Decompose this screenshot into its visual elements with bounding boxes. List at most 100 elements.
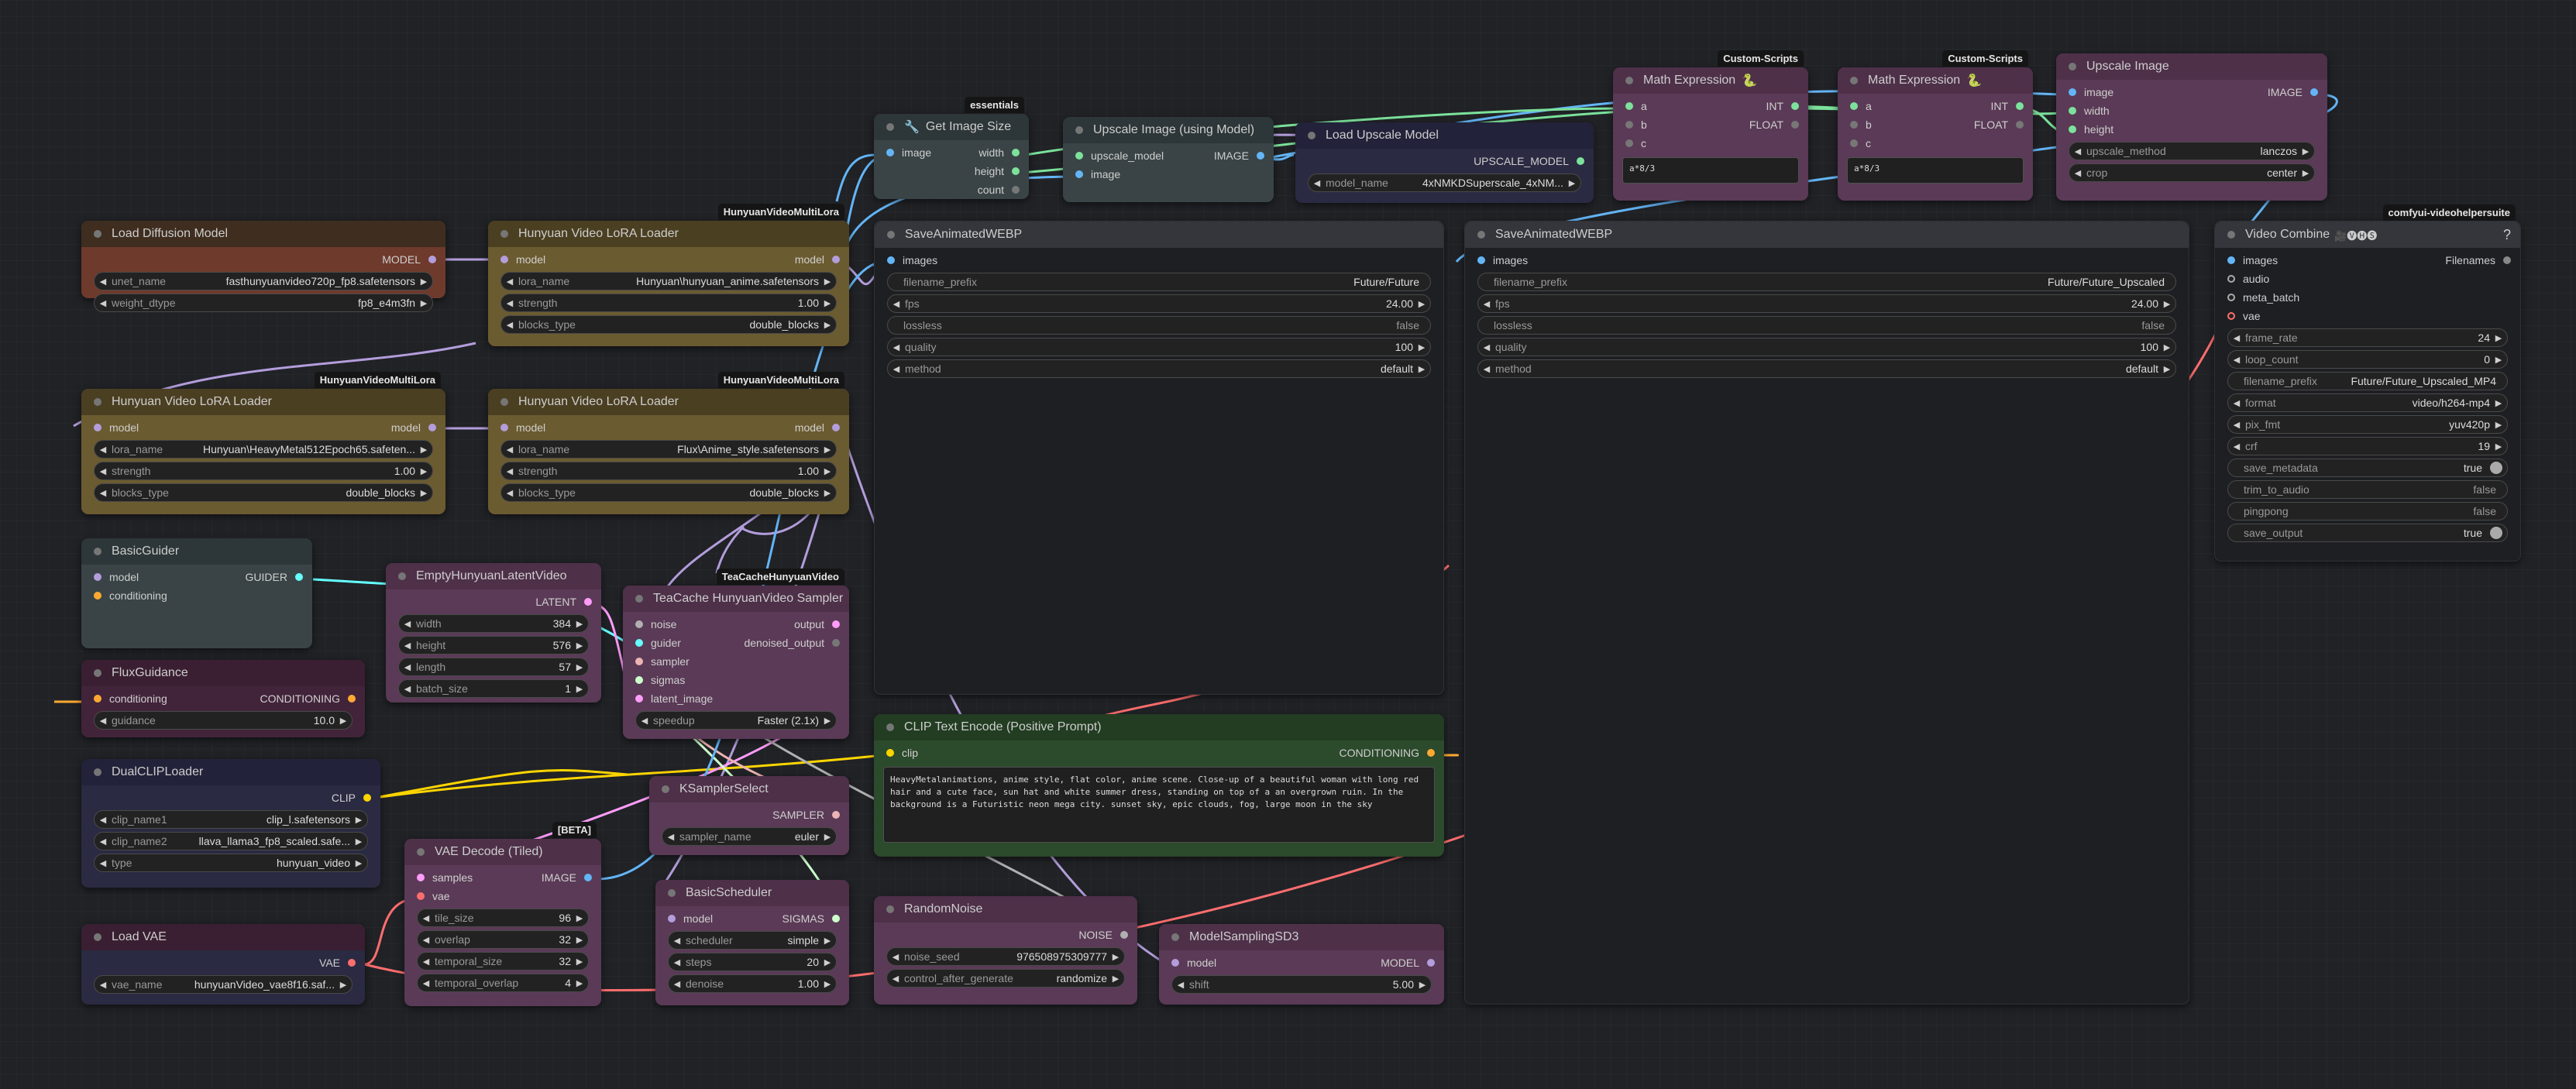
sampler-input-socket[interactable] [635, 658, 643, 665]
node-save-animated-webp[interactable]: SaveAnimatedWEBP images filename_prefix F… [1464, 221, 2189, 1005]
int-output-socket[interactable] [1012, 167, 1020, 175]
arrow-left-icon[interactable]: ◀ [888, 364, 905, 374]
arrow-right-icon[interactable]: ▶ [1413, 364, 1430, 374]
int-output-socket[interactable] [2016, 102, 2024, 110]
arrow-right-icon[interactable]: ▶ [571, 619, 588, 629]
arrow-right-icon[interactable]: ▶ [350, 815, 367, 825]
collapse-dot[interactable] [635, 595, 643, 603]
node-header[interactable]: Math Expression 🐍 [1613, 67, 1808, 94]
scheduler-combo[interactable]: ◀ scheduler simple ▶ [668, 931, 837, 950]
node-header[interactable]: Video Combine 🎥🅥🅗🅢? [2215, 222, 2520, 248]
node-header[interactable]: Upscale Image [2056, 53, 2327, 80]
guider-output-socket[interactable] [295, 573, 303, 581]
collapse-dot[interactable] [417, 848, 425, 856]
arrow-right-icon[interactable]: ▶ [819, 277, 836, 287]
quality-number[interactable]: ◀ quality 100 ▶ [887, 338, 1431, 356]
arrow-right-icon[interactable]: ▶ [819, 957, 836, 967]
node-math-expression[interactable]: Custom-Scripts Math Expression 🐍 a INT b FL… [1613, 50, 1808, 201]
lora-name-combo[interactable]: ◀ lora_name Flux\Anime_style.safetensors ▶ [500, 440, 837, 459]
speedup-combo[interactable]: ◀ speedup Faster (2.1x) ▶ [635, 711, 837, 730]
arrow-left-icon[interactable]: ◀ [501, 445, 518, 455]
image-input-socket[interactable] [886, 149, 894, 156]
arrow-right-icon[interactable]: ▶ [415, 445, 432, 455]
node-ksampler-select[interactable]: KSamplerSelect SAMPLER ◀ sampler_name eule… [649, 776, 849, 855]
arrow-left-icon[interactable]: ◀ [2228, 333, 2245, 343]
arrow-left-icon[interactable]: ◀ [2228, 355, 2245, 365]
format-combo[interactable]: ◀ format video/h264-mp4 ▶ [2227, 393, 2508, 412]
collapse-dot[interactable] [94, 933, 101, 941]
arrow-left-icon[interactable]: ◀ [887, 974, 904, 984]
images-input-socket[interactable] [1477, 256, 1485, 264]
quality-number[interactable]: ◀ quality 100 ▶ [1477, 338, 2176, 356]
arrow-left-icon[interactable]: ◀ [669, 957, 686, 967]
arrow-right-icon[interactable]: ▶ [819, 445, 836, 455]
conditioning-input-socket[interactable] [94, 695, 101, 703]
arrow-right-icon[interactable]: ▶ [350, 858, 367, 868]
audio-input-socket[interactable] [2227, 275, 2235, 283]
method-combo[interactable]: ◀ method default ▶ [1477, 359, 2176, 378]
save-output-toggle[interactable]: save_output true [2227, 524, 2508, 542]
collapse-dot[interactable] [500, 398, 508, 406]
model-output-socket[interactable] [832, 424, 840, 431]
arrow-left-icon[interactable]: ◀ [1478, 364, 1495, 374]
int-output-socket[interactable] [1791, 102, 1799, 110]
arrow-right-icon[interactable]: ▶ [571, 957, 588, 967]
collapse-dot[interactable] [1308, 132, 1316, 139]
arrow-left-icon[interactable]: ◀ [1478, 342, 1495, 352]
image-output-socket[interactable] [584, 874, 592, 881]
arrow-left-icon[interactable]: ◀ [2069, 146, 2086, 156]
arrow-left-icon[interactable]: ◀ [501, 320, 518, 330]
arrow-right-icon[interactable]: ▶ [2158, 299, 2175, 309]
node-video-combine[interactable]: comfyui-videohelpersuite Video Combine 🎥🅥… [2214, 204, 2521, 562]
vae-name-combo[interactable]: ◀ vae_name hunyuanVideo_vae8f16.saf... ▶ [94, 975, 353, 994]
sigmas-input-socket[interactable] [635, 676, 643, 684]
model-input-socket[interactable] [94, 424, 101, 431]
arrow-right-icon[interactable]: ▶ [350, 837, 367, 847]
type-combo[interactable]: ◀ type hunyuan_video ▶ [94, 854, 368, 872]
arrow-right-icon[interactable]: ▶ [2297, 168, 2314, 178]
collapse-dot[interactable] [500, 230, 508, 238]
node-header[interactable]: Hunyuan Video LoRA Loader [488, 389, 849, 415]
images-input-socket[interactable] [2227, 256, 2235, 264]
node-hunyuan-lora-loader[interactable]: HunyuanVideoMultiLora Hunyuan Video LoRA… [488, 204, 849, 346]
arrow-right-icon[interactable]: ▶ [819, 488, 836, 498]
collapse-dot[interactable] [662, 785, 669, 793]
weight-dtype-combo[interactable]: ◀ weight_dtype fp8_e4m3fn ▶ [94, 294, 433, 312]
width-number[interactable]: ◀ width 384 ▶ [398, 614, 589, 633]
arrow-right-icon[interactable]: ▶ [1413, 299, 1430, 309]
arrow-left-icon[interactable]: ◀ [95, 858, 112, 868]
node-header[interactable]: Load VAE [81, 924, 365, 950]
pix-fmt-combo[interactable]: ◀ pix_fmt yuv420p ▶ [2227, 415, 2508, 434]
strength-number[interactable]: ◀ strength 1.00 ▶ [94, 462, 433, 480]
temporal-overlap-number[interactable]: ◀ temporal_overlap 4 ▶ [417, 974, 589, 992]
noise-input-socket[interactable] [635, 620, 643, 628]
lora-name-combo[interactable]: ◀ lora_name Hunyuan\hunyuan_anime.safetens… [500, 272, 837, 290]
arrow-left-icon[interactable]: ◀ [501, 277, 518, 287]
arrow-left-icon[interactable]: ◀ [399, 619, 416, 629]
node-header[interactable]: VAE Decode (Tiled) [404, 839, 601, 865]
arrow-left-icon[interactable]: ◀ [2069, 168, 2086, 178]
image-input-socket[interactable] [1075, 170, 1083, 178]
node-load-upscale-model[interactable]: Load Upscale Model UPSCALE_MODEL ◀ model_… [1295, 122, 1594, 203]
node-empty-hunyuan-latent-video[interactable]: EmptyHunyuanLatentVideo LATENT ◀ width 384… [386, 563, 601, 703]
arrow-right-icon[interactable]: ▶ [571, 641, 588, 651]
arrow-left-icon[interactable]: ◀ [1478, 299, 1495, 309]
arrow-right-icon[interactable]: ▶ [415, 488, 432, 498]
sampler-output-socket[interactable] [832, 811, 840, 819]
collapse-dot[interactable] [668, 889, 676, 897]
filename-prefix-text[interactable]: filename_prefix Future/Future [887, 273, 1431, 291]
sampler-name-combo[interactable]: ◀ sampler_name euler ▶ [662, 827, 837, 846]
arrow-left-icon[interactable]: ◀ [95, 298, 112, 308]
model-name-combo[interactable]: ◀ model_name 4xNMKDSuperscale_4xNM... ▶ [1308, 173, 1581, 192]
arrow-right-icon[interactable]: ▶ [819, 979, 836, 989]
arrow-right-icon[interactable]: ▶ [1107, 974, 1124, 984]
collapse-dot[interactable] [886, 905, 894, 913]
method-combo[interactable]: ◀ method default ▶ [887, 359, 1431, 378]
crop-combo[interactable]: ◀ crop center ▶ [2069, 163, 2315, 182]
node-basic-guider[interactable]: BasicGuider model GUIDER conditioning [81, 538, 312, 648]
node-save-animated-webp[interactable]: SaveAnimatedWEBP images filename_prefix F… [874, 221, 1444, 695]
arrow-left-icon[interactable]: ◀ [95, 837, 112, 847]
arrow-right-icon[interactable]: ▶ [1414, 980, 1431, 990]
vae-input-socket[interactable] [417, 892, 425, 900]
arrow-right-icon[interactable]: ▶ [819, 320, 836, 330]
